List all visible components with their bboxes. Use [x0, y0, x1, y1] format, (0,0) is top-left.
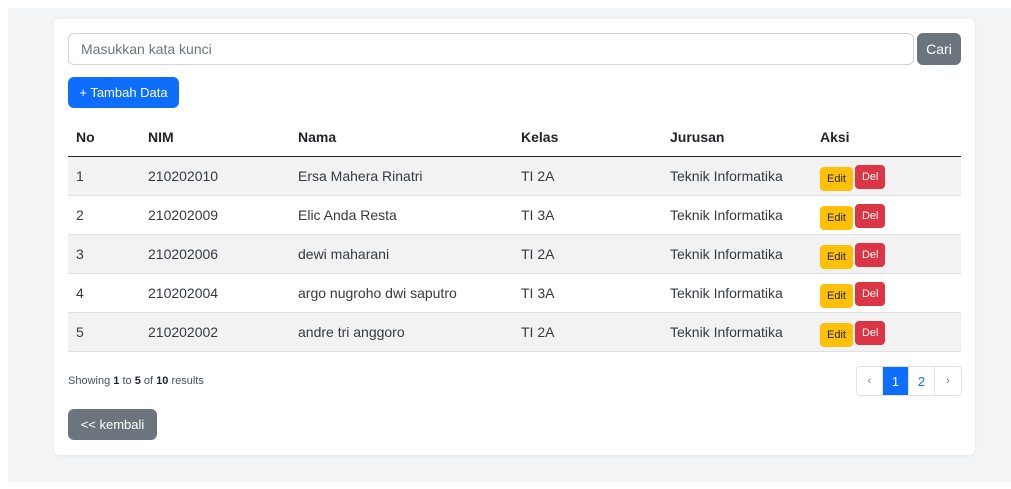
- search-button[interactable]: Cari: [917, 33, 961, 65]
- summary-from: 1: [113, 375, 120, 387]
- cell-nim: 210202004: [140, 273, 290, 313]
- cell-no: 3: [68, 234, 140, 274]
- summary-to: 5: [134, 375, 141, 387]
- cell-no: 5: [68, 312, 140, 352]
- cell-kelas: TI 3A: [513, 273, 662, 313]
- add-data-button[interactable]: + Tambah Data: [68, 77, 179, 108]
- cell-aksi: Edit Del: [812, 195, 961, 235]
- cell-aksi: Edit Del: [812, 312, 961, 352]
- cell-aksi: Edit Del: [812, 234, 961, 274]
- summary-of-word: of: [143, 375, 154, 387]
- edit-button[interactable]: Edit: [820, 322, 853, 347]
- delete-button[interactable]: Del: [854, 281, 886, 306]
- cell-nama: dewi maharani: [290, 234, 513, 274]
- cell-aksi: Edit Del: [812, 156, 961, 196]
- student-table: No NIM Nama Kelas Jurusan Aksi 1 2102020…: [68, 118, 961, 352]
- summary-to-word: to: [122, 375, 132, 387]
- cell-nim: 210202009: [140, 195, 290, 235]
- header-jurusan: Jurusan: [662, 118, 812, 157]
- cell-no: 1: [68, 156, 140, 196]
- summary-total: 10: [156, 375, 169, 387]
- header-nama: Nama: [290, 118, 513, 157]
- delete-button[interactable]: Del: [854, 203, 886, 228]
- table-row: 3 210202006 dewi maharani TI 2A Teknik I…: [68, 234, 961, 274]
- summary-suffix: results: [171, 375, 204, 387]
- cell-jurusan: Teknik Informatika: [662, 234, 812, 274]
- cell-no: 4: [68, 273, 140, 313]
- cell-jurusan: Teknik Informatika: [662, 273, 812, 313]
- delete-button[interactable]: Del: [854, 242, 886, 267]
- edit-button[interactable]: Edit: [820, 205, 853, 230]
- search-input[interactable]: [68, 33, 914, 65]
- header-nim: NIM: [140, 118, 290, 157]
- cell-nim: 210202010: [140, 156, 290, 196]
- header-no: No: [68, 118, 140, 157]
- pagination-prev-icon[interactable]: ‹: [857, 367, 883, 395]
- cell-jurusan: Teknik Informatika: [662, 195, 812, 235]
- cell-kelas: TI 2A: [513, 312, 662, 352]
- cell-nama: andre tri anggoro: [290, 312, 513, 352]
- cell-aksi: Edit Del: [812, 273, 961, 313]
- pagination-page-1[interactable]: 1: [883, 367, 909, 395]
- cell-nim: 210202002: [140, 312, 290, 352]
- summary-prefix: Showing: [68, 375, 111, 387]
- delete-button[interactable]: Del: [854, 320, 886, 345]
- table-row: 2 210202009 Elic Anda Resta TI 3A Teknik…: [68, 195, 961, 235]
- table-row: 4 210202004 argo nugroho dwi saputro TI …: [68, 273, 961, 313]
- results-summary: Showing 1 to 5 of 10 results: [68, 375, 204, 387]
- pagination: ‹ 1 2 ›: [856, 366, 962, 396]
- table-row: 5 210202002 andre tri anggoro TI 2A Tekn…: [68, 312, 961, 352]
- edit-button[interactable]: Edit: [820, 283, 853, 308]
- cell-no: 2: [68, 195, 140, 235]
- header-aksi: Aksi: [812, 118, 961, 157]
- table-row: 1 210202010 Ersa Mahera Rinatri TI 2A Te…: [68, 156, 961, 196]
- cell-kelas: TI 3A: [513, 195, 662, 235]
- delete-button[interactable]: Del: [854, 164, 886, 189]
- pagination-page-2[interactable]: 2: [909, 367, 935, 395]
- cell-nama: Elic Anda Resta: [290, 195, 513, 235]
- edit-button[interactable]: Edit: [820, 244, 853, 269]
- back-button[interactable]: << kembali: [68, 409, 157, 440]
- cell-kelas: TI 2A: [513, 156, 662, 196]
- pagination-next-icon[interactable]: ›: [935, 367, 961, 395]
- cell-nim: 210202006: [140, 234, 290, 274]
- table-header-row: No NIM Nama Kelas Jurusan Aksi: [68, 118, 961, 157]
- cell-jurusan: Teknik Informatika: [662, 156, 812, 196]
- cell-nama: argo nugroho dwi saputro: [290, 273, 513, 313]
- cell-jurusan: Teknik Informatika: [662, 312, 812, 352]
- edit-button[interactable]: Edit: [820, 166, 853, 191]
- header-kelas: Kelas: [513, 118, 662, 157]
- cell-kelas: TI 2A: [513, 234, 662, 274]
- cell-nama: Ersa Mahera Rinatri: [290, 156, 513, 196]
